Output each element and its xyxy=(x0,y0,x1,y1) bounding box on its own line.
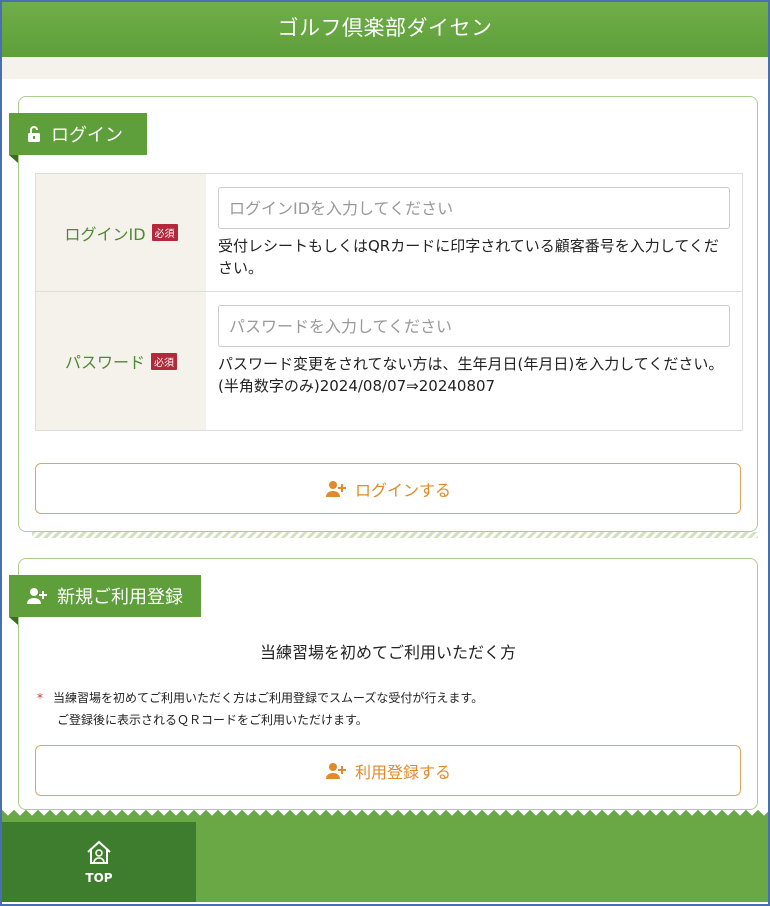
password-label: パスワード xyxy=(64,353,145,372)
unlock-icon xyxy=(25,125,43,143)
password-input[interactable] xyxy=(218,305,730,347)
register-notes: * 当練習場を初めてご利用いただく方はご利用登録でスムーズな受付が行えます。 ご登… xyxy=(37,687,483,731)
user-plus-icon xyxy=(25,587,49,605)
top-label: TOP xyxy=(85,871,113,885)
register-note-1: 当練習場を初めてご利用いただく方はご利用登録でスムーズな受付が行えます。 xyxy=(53,691,484,705)
page-title: ゴルフ倶楽部ダイセン xyxy=(277,16,493,40)
register-button-label: 利用登録する xyxy=(354,762,451,782)
login-id-hint: 受付レシートもしくはQRカードに印字されている顧客番号を入力してください。 xyxy=(218,237,719,277)
login-card-shadow xyxy=(32,532,758,538)
login-form-table: ログインID 必須 受付レシートもしくはQRカードに印字されている顧客番号を入力… xyxy=(35,173,743,431)
password-row: パスワード 必須 パスワード変更をされてない方は、生年月日(年月日)を入力してく… xyxy=(36,292,742,430)
login-id-row: ログインID 必須 受付レシートもしくはQRカードに印字されている顧客番号を入力… xyxy=(36,174,742,292)
required-badge: 必須 xyxy=(151,224,178,241)
register-card: 新規ご利用登録 当練習場を初めてご利用いただく方 * 当練習場を初めてご利用いただ… xyxy=(9,558,758,810)
footer-bar: TOP xyxy=(2,810,768,902)
header-subband xyxy=(2,57,768,79)
register-button[interactable]: 利用登録する xyxy=(35,745,741,796)
password-example: (半角数字のみ)2024/08/07⇒20240807 xyxy=(218,377,496,395)
register-note-2: ご登録後に表示されるＱＲコードをご利用いただけます。 xyxy=(57,713,368,727)
login-card: ログイン ログインID 必須 受付レシートもしくはQRカードに印字されている顧客… xyxy=(9,96,758,532)
login-button[interactable]: ログインする xyxy=(35,463,741,514)
password-field-cell: パスワード変更をされてない方は、生年月日(年月日)を入力してください。 (半角数… xyxy=(206,292,742,430)
top-nav-button[interactable]: TOP xyxy=(2,822,196,902)
login-section-tag: ログイン xyxy=(9,113,147,163)
password-hint: パスワード変更をされてない方は、生年月日(年月日)を入力してください。 xyxy=(218,355,724,373)
login-section-title: ログイン xyxy=(51,125,123,146)
required-badge: 必須 xyxy=(151,352,177,370)
user-plus-icon xyxy=(325,762,347,780)
login-id-label: ログインID xyxy=(64,224,146,244)
home-icon xyxy=(85,839,113,869)
header-bar: ゴルフ倶楽部ダイセン xyxy=(2,2,768,57)
password-label-cell: パスワード 必須 xyxy=(36,292,206,430)
login-button-label: ログインする xyxy=(354,480,451,500)
login-id-input[interactable] xyxy=(218,187,730,229)
login-id-field-cell: 受付レシートもしくはQRカードに印字されている顧客番号を入力してください。 xyxy=(206,174,742,291)
register-section-tag: 新規ご利用登録 xyxy=(9,575,201,625)
register-heading: 当練習場を初めてご利用いただく方 xyxy=(259,643,516,662)
user-plus-icon xyxy=(325,480,347,498)
note-mark: * xyxy=(37,691,43,705)
register-section-title: 新規ご利用登録 xyxy=(57,587,183,608)
login-id-label-cell: ログインID 必須 xyxy=(36,174,206,291)
